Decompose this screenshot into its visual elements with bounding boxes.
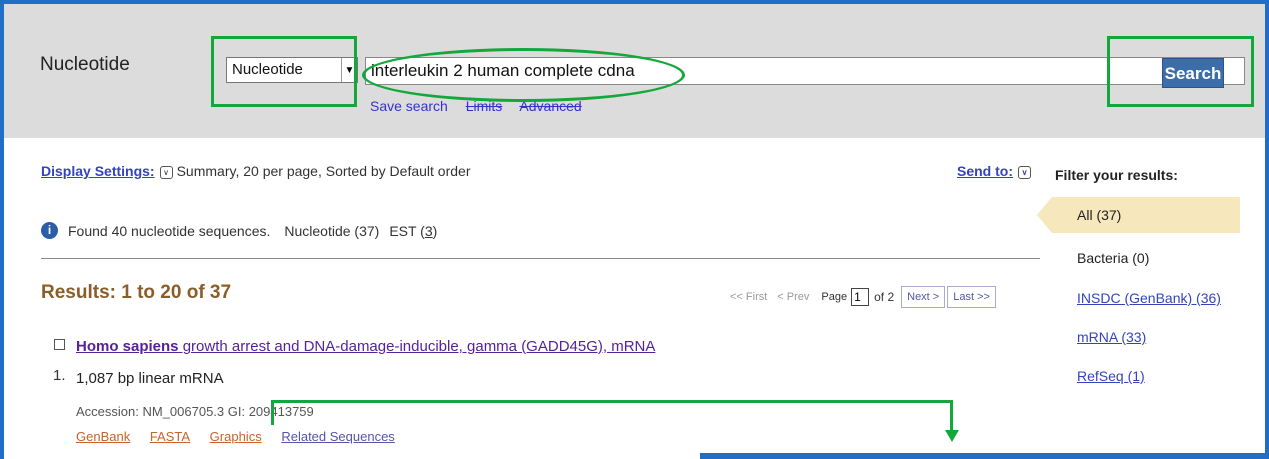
filter-item-insdc[interactable]: INSDC (GenBank) (36) bbox=[1077, 290, 1221, 306]
prev-page-link[interactable]: < Prev bbox=[777, 291, 809, 303]
annotation-arrow-line bbox=[271, 400, 952, 403]
chevron-down-icon[interactable]: ∨ bbox=[1018, 166, 1031, 179]
pagination: << First < Prev Page 1 of 2 Next > Last … bbox=[730, 286, 996, 308]
save-search-link[interactable]: Save search bbox=[370, 98, 448, 114]
genbank-link[interactable]: GenBank bbox=[76, 429, 130, 444]
page-input[interactable]: 1 bbox=[851, 288, 870, 306]
bottom-band bbox=[700, 453, 1269, 459]
est-close: ) bbox=[432, 222, 438, 239]
display-settings-bar: Display Settings: ∨ Summary, 20 per page, … bbox=[41, 163, 470, 179]
page-label: Page bbox=[821, 291, 848, 303]
divider bbox=[41, 258, 1040, 259]
send-to[interactable]: Send to: ∨ bbox=[957, 163, 1035, 179]
annotation-box-search bbox=[1107, 36, 1254, 107]
result-number: 1. bbox=[53, 367, 66, 384]
filter-heading: Filter your results: bbox=[1055, 167, 1178, 183]
graphics-link[interactable]: Graphics bbox=[210, 429, 262, 444]
filter-item-mrna[interactable]: mRNA (33) bbox=[1077, 329, 1146, 345]
filter-item-bacteria[interactable]: Bacteria (0) bbox=[1077, 250, 1149, 266]
database-title: Nucleotide bbox=[40, 54, 130, 75]
display-settings-link[interactable]: Display Settings: bbox=[41, 163, 155, 179]
result-title-link[interactable]: Homo sapiens growth arrest and DNA-damag… bbox=[76, 338, 655, 355]
result-checkbox[interactable] bbox=[54, 339, 65, 350]
left-band bbox=[0, 453, 4, 459]
found-text: Found 40 nucleotide sequences. bbox=[68, 222, 271, 239]
annotation-arrow-head bbox=[945, 430, 959, 442]
filter-item-all[interactable]: All (37) bbox=[1077, 207, 1121, 223]
first-page-link[interactable]: << First bbox=[730, 291, 767, 303]
chevron-down-icon[interactable]: ∨ bbox=[159, 166, 173, 179]
display-settings-value: Summary, 20 per page, Sorted by Default … bbox=[176, 163, 471, 179]
result-accession: Accession: NM_006705.3 GI: 209413759 bbox=[76, 404, 314, 419]
annotation-arrow-drop bbox=[950, 400, 953, 430]
result-links: GenBank FASTA Graphics Related Sequences bbox=[76, 429, 411, 444]
annotation-box-database bbox=[211, 36, 357, 107]
fasta-link[interactable]: FASTA bbox=[150, 429, 190, 444]
filter-item-refseq[interactable]: RefSeq (1) bbox=[1077, 368, 1145, 384]
result-description: 1,087 bp linear mRNA bbox=[76, 370, 224, 387]
est-count-link[interactable]: 3 bbox=[425, 223, 433, 239]
est-label: EST ( bbox=[389, 222, 425, 239]
nucleotide-count: Nucleotide (37) bbox=[284, 222, 380, 239]
related-sequences-link[interactable]: Related Sequences bbox=[281, 429, 394, 444]
annotation-arrow-stem bbox=[271, 400, 274, 425]
result-title-rest[interactable]: growth arrest and DNA-damage-inducible, … bbox=[179, 338, 656, 355]
page-total: of 2 bbox=[874, 290, 895, 304]
info-icon: i bbox=[41, 222, 58, 239]
send-to-link[interactable]: Send to: bbox=[957, 163, 1013, 179]
result-title-organism[interactable]: Homo sapiens bbox=[76, 338, 179, 355]
last-page-button[interactable]: Last >> bbox=[947, 286, 996, 308]
results-heading: Results: 1 to 20 of 37 bbox=[41, 282, 232, 303]
annotation-ellipse-search-term bbox=[362, 48, 685, 102]
next-page-button[interactable]: Next > bbox=[901, 286, 946, 308]
found-message: i Found 40 nucleotide sequences. Nucleot… bbox=[41, 222, 437, 239]
